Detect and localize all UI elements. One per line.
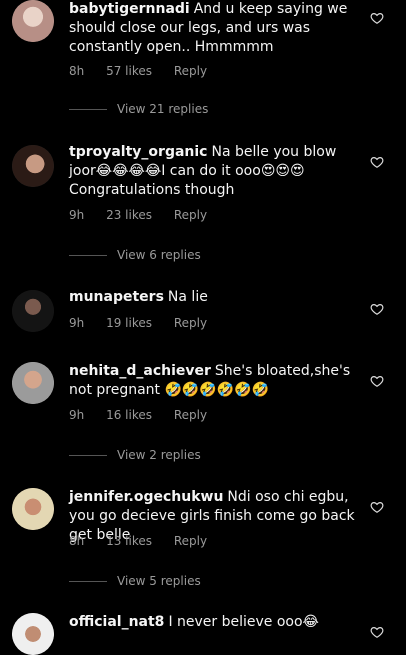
comment-body: tproyalty_organic Na belle you blow joor😂… <box>69 143 359 200</box>
view-replies-label[interactable]: View 6 replies <box>117 248 201 262</box>
comment-meta: 9h 16 likes Reply <box>69 408 225 422</box>
avatar[interactable] <box>12 0 54 42</box>
reply-button[interactable]: Reply <box>174 208 207 222</box>
comment-body: babytigernnadi And u keep saying we shoul… <box>69 0 359 57</box>
view-replies-label[interactable]: View 2 replies <box>117 448 201 462</box>
comment-meta: 9h 23 likes Reply <box>69 208 225 222</box>
comment-meta: 9h 19 likes Reply <box>69 316 225 330</box>
reply-button[interactable]: Reply <box>174 534 207 548</box>
heart-outline-icon[interactable] <box>370 155 384 169</box>
comment-body: official_nat8 I never believe ooo😂 <box>69 613 359 632</box>
heart-outline-icon[interactable] <box>370 374 384 388</box>
view-replies-label[interactable]: View 21 replies <box>117 102 208 116</box>
heart-outline-icon[interactable] <box>370 11 384 25</box>
comment-time: 9h <box>69 408 85 422</box>
divider <box>69 581 107 582</box>
heart-outline-icon[interactable] <box>370 625 384 639</box>
reply-button[interactable]: Reply <box>174 408 207 422</box>
avatar[interactable] <box>12 362 54 404</box>
comment-username[interactable]: munapeters <box>69 289 164 305</box>
view-replies[interactable]: View 5 replies <box>69 574 201 588</box>
comment-body: munapeters Na lie <box>69 288 359 307</box>
view-replies[interactable]: View 21 replies <box>69 102 208 116</box>
comment-likes[interactable]: 57 likes <box>106 64 152 78</box>
comment-username[interactable]: official_nat8 <box>69 614 164 630</box>
comment-time: 8h <box>69 64 85 78</box>
heart-outline-icon[interactable] <box>370 500 384 514</box>
comment-username[interactable]: jennifer.ogechukwu <box>69 489 223 505</box>
divider <box>69 455 107 456</box>
comment-likes[interactable]: 19 likes <box>106 316 152 330</box>
view-replies-label[interactable]: View 5 replies <box>117 574 201 588</box>
comment-body: nehita_d_achiever She's bloated,she's not… <box>69 362 359 400</box>
comment-time: 9h <box>69 316 85 330</box>
heart-outline-icon[interactable] <box>370 302 384 316</box>
avatar[interactable] <box>12 488 54 530</box>
divider <box>69 109 107 110</box>
comment-likes[interactable]: 13 likes <box>106 534 152 548</box>
comment-meta: 8h 13 likes Reply <box>69 534 225 548</box>
view-replies[interactable]: View 6 replies <box>69 248 201 262</box>
comment-time: 8h <box>69 534 85 548</box>
avatar[interactable] <box>12 290 54 332</box>
comment-meta: 8h 57 likes Reply <box>69 64 225 78</box>
comment-text: Na lie <box>167 289 208 305</box>
comment-likes[interactable]: 16 likes <box>106 408 152 422</box>
comment-time: 9h <box>69 208 85 222</box>
comment-username[interactable]: babytigernnadi <box>69 1 190 17</box>
avatar[interactable] <box>12 613 54 655</box>
divider <box>69 255 107 256</box>
view-replies[interactable]: View 2 replies <box>69 448 201 462</box>
reply-button[interactable]: Reply <box>174 316 207 330</box>
comment-username[interactable]: tproyalty_organic <box>69 144 207 160</box>
comment-text: I never believe ooo😂 <box>168 614 319 630</box>
reply-button[interactable]: Reply <box>174 64 207 78</box>
comment-likes[interactable]: 23 likes <box>106 208 152 222</box>
comment-username[interactable]: nehita_d_achiever <box>69 363 211 379</box>
avatar[interactable] <box>12 145 54 187</box>
